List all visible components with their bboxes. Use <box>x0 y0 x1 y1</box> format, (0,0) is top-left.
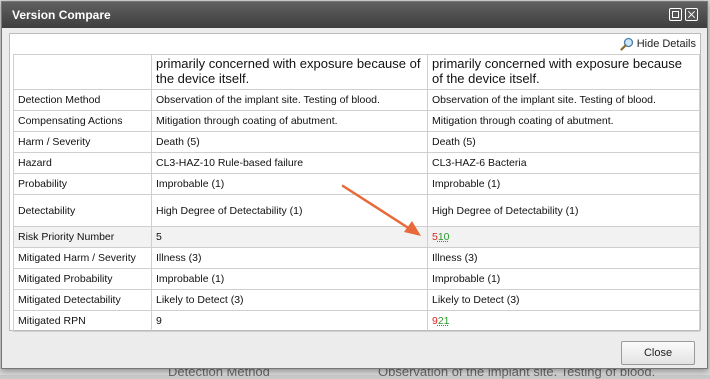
right-value-diff: 510 <box>427 226 700 248</box>
table-row: Mitigated Detectability Likely to Detect… <box>13 289 700 311</box>
right-value: Likely to Detect (3) <box>427 289 700 311</box>
right-value: High Degree of Detectability (1) <box>427 194 700 227</box>
right-value-diff: 921 <box>427 310 700 332</box>
row-label: Mitigated Probability <box>13 268 152 290</box>
hide-details-button[interactable]: Hide Details <box>620 37 696 51</box>
table-row: primarily concerned with exposure becaus… <box>13 54 700 90</box>
table-row: Detectability High Degree of Detectabili… <box>13 194 700 227</box>
row-label: Mitigated RPN <box>13 310 152 332</box>
inserted-text: 21 <box>437 315 450 327</box>
table-row: Mitigated Harm / Severity Illness (3) Il… <box>13 247 700 269</box>
hide-details-label: Hide Details <box>636 38 696 50</box>
row-label: Harm / Severity <box>13 131 152 153</box>
close-icon[interactable] <box>685 8 698 21</box>
compare-panel: Hide Details primarily concerned with ex… <box>9 33 701 332</box>
right-value: Improbable (1) <box>427 173 700 195</box>
left-value: Death (5) <box>151 131 428 153</box>
table-row: Risk Priority Number 5 510 <box>13 226 700 248</box>
table-row: Hazard CL3-HAZ-10 Rule-based failure CL3… <box>13 152 700 174</box>
left-value: 5 <box>151 226 428 248</box>
hazard-link-right[interactable]: CL3-HAZ-6 Bacteria <box>427 152 700 174</box>
row-label: Detectability <box>13 194 152 227</box>
left-value: Improbable (1) <box>151 268 428 290</box>
magnifier-icon <box>620 37 633 51</box>
toolbar: Hide Details <box>10 34 700 54</box>
compare-table: primarily concerned with exposure becaus… <box>13 54 700 332</box>
row-label: Mitigated Detectability <box>13 289 152 311</box>
row-label <box>13 54 152 90</box>
left-value: Likely to Detect (3) <box>151 289 428 311</box>
table-row: Detection Method Observation of the impl… <box>13 89 700 111</box>
inserted-text: 10 <box>437 231 450 243</box>
row-label: Hazard <box>13 152 152 174</box>
version-compare-dialog: Version Compare Hide Details primarily c… <box>1 1 708 369</box>
row-label: Detection Method <box>13 89 152 111</box>
left-value: Mitigation through coating of abutment. <box>151 110 428 132</box>
table-row: Mitigated RPN 9 921 <box>13 310 700 332</box>
left-value: 9 <box>151 310 428 332</box>
dialog-title: Version Compare <box>12 8 111 22</box>
right-value: Death (5) <box>427 131 700 153</box>
left-value: Observation of the implant site. Testing… <box>151 89 428 111</box>
left-value: Illness (3) <box>151 247 428 269</box>
table-row: Compensating Actions Mitigation through … <box>13 110 700 132</box>
row-label: Compensating Actions <box>13 110 152 132</box>
row-label: Probability <box>13 173 152 195</box>
right-value: primarily concerned with exposure becaus… <box>427 54 700 90</box>
left-value: primarily concerned with exposure becaus… <box>151 54 428 90</box>
right-value: Illness (3) <box>427 247 700 269</box>
right-value: Improbable (1) <box>427 268 700 290</box>
left-value: High Degree of Detectability (1) <box>151 194 428 227</box>
table-row: Harm / Severity Death (5) Death (5) <box>13 131 700 153</box>
right-value: Mitigation through coating of abutment. <box>427 110 700 132</box>
row-label: Mitigated Harm / Severity <box>13 247 152 269</box>
close-button[interactable]: Close <box>621 341 695 365</box>
left-value: Improbable (1) <box>151 173 428 195</box>
row-label: Risk Priority Number <box>13 226 152 248</box>
dialog-titlebar[interactable]: Version Compare <box>2 2 707 28</box>
hazard-link-left[interactable]: CL3-HAZ-10 Rule-based failure <box>151 152 428 174</box>
maximize-icon[interactable] <box>669 8 682 21</box>
right-value: Observation of the implant site. Testing… <box>427 89 700 111</box>
table-row: Mitigated Probability Improbable (1) Imp… <box>13 268 700 290</box>
table-row: Probability Improbable (1) Improbable (1… <box>13 173 700 195</box>
